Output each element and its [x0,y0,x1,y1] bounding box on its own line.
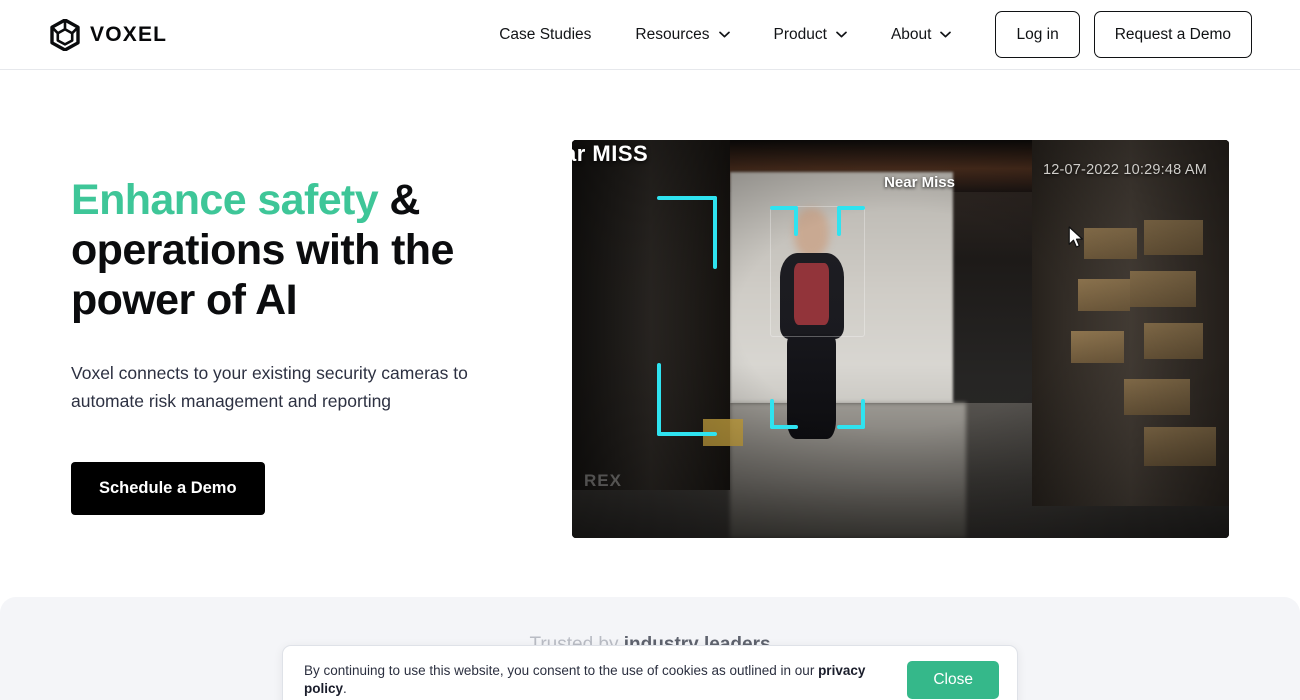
site-header: VOXEL Case Studies Resources Product Abo… [0,0,1300,70]
detection-bracket-tr [837,205,866,236]
near-miss-label-cutoff: ar MISS [572,141,649,166]
login-button[interactable]: Log in [995,11,1080,58]
hero-subheading: Voxel connects to your existing security… [71,363,468,411]
nav-item-case-studies[interactable]: Case Studies [499,26,591,44]
cookie-message-after: . [343,681,347,696]
chevron-down-icon [836,31,847,38]
nav-label-product: Product [773,25,827,43]
nav-label-case-studies: Case Studies [499,25,592,43]
chevron-down-icon [718,31,730,38]
detection-bracket-bl [770,398,799,429]
camera-feed-scene: ar MISS Near Miss 12-07-2022 10:29:48 AM… [572,140,1229,538]
page-root: VOXEL Case Studies Resources Product Abo… [0,0,1300,700]
hexagon-cube-icon [50,18,80,51]
near-miss-label: Near Miss [884,173,955,191]
schedule-demo-button[interactable]: Schedule a Demo [71,462,265,515]
camera-feed-player[interactable]: ar MISS Near Miss 12-07-2022 10:29:48 AM… [572,140,1229,538]
hero-section: Enhance safety & operations with the pow… [0,70,1300,595]
nav-item-resources[interactable]: Resources [635,25,730,44]
cookie-message: By continuing to use this website, you c… [304,662,907,698]
hero-copy: Enhance safety & operations with the pow… [71,175,541,515]
main-navigation: Case Studies Resources Product About [499,25,952,44]
hero-heading-accent: Enhance safety [71,176,379,224]
detection-bracket-large-bottom [657,362,718,436]
nav-label-resources: Resources [635,25,710,43]
brand-name: VOXEL [90,22,168,46]
brand-logo[interactable]: VOXEL [50,18,168,51]
mouse-cursor [1068,226,1083,248]
chevron-down-icon [940,31,952,38]
cookie-consent-banner: By continuing to use this website, you c… [282,645,1018,700]
nav-label-about: About [890,25,932,43]
page-title: Enhance safety & operations with the pow… [71,175,541,325]
request-demo-button[interactable]: Request a Demo [1093,11,1252,58]
nav-item-about[interactable]: About [891,26,952,44]
detection-bracket-br [837,398,866,429]
video-watermark: REX [584,471,622,490]
detection-bracket-tl [770,205,799,236]
video-timestamp: 12-07-2022 10:29:48 AM [1042,162,1207,178]
cookie-message-before: By continuing to use this website, you c… [304,663,819,678]
cookie-close-button[interactable]: Close [907,661,999,699]
nav-item-product[interactable]: Product [774,26,847,44]
detection-bracket-large-top [657,195,718,269]
header-actions: Log in Request a Demo [995,11,1252,58]
